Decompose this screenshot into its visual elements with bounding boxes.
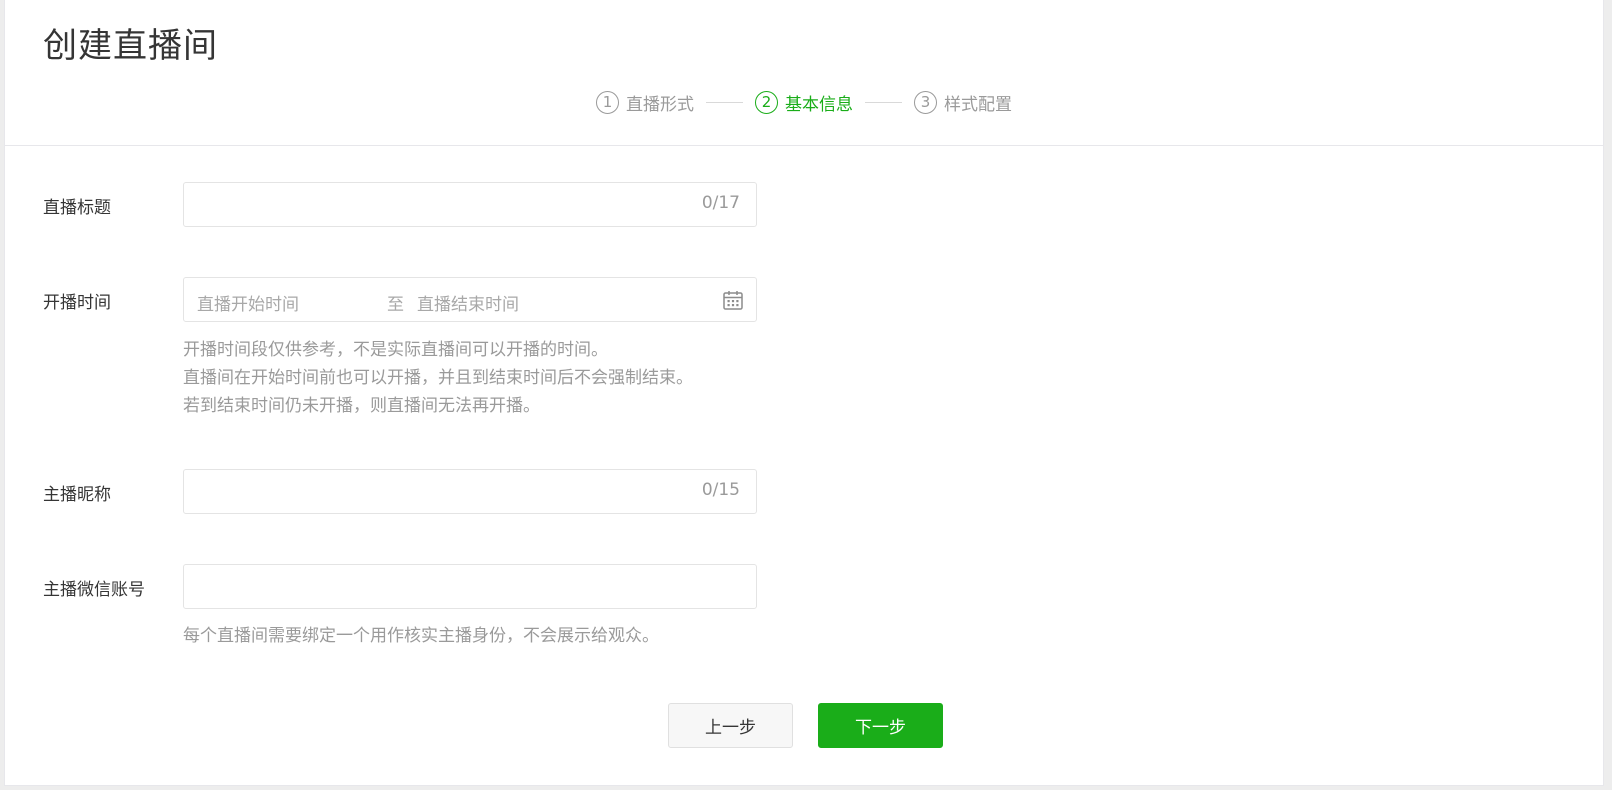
- header-divider: [5, 145, 1603, 146]
- create-live-room-card: 创建直播间 1 直播形式 2 基本信息 3 样式配置 直播标题 0/17 开播时…: [4, 0, 1604, 786]
- live-title-label: 直播标题: [43, 198, 111, 218]
- anchor-nickname-label: 主播昵称: [43, 485, 111, 505]
- step-number: 1: [596, 91, 619, 114]
- step-label: 样式配置: [944, 95, 1012, 115]
- step-indicator: 1 直播形式 2 基本信息 3 样式配置: [5, 90, 1603, 115]
- end-time-input[interactable]: 直播结束时间: [417, 290, 519, 315]
- anchor-nickname-input[interactable]: 0/15: [183, 469, 757, 514]
- step-number: 2: [755, 91, 778, 114]
- start-time-input[interactable]: 直播开始时间: [197, 290, 299, 315]
- calendar-icon[interactable]: [722, 289, 744, 311]
- page-title: 创建直播间: [43, 26, 218, 66]
- anchor-wechat-hint: 每个直播间需要绑定一个用作核实主播身份，不会展示给观众。: [183, 626, 659, 646]
- live-title-input[interactable]: 0/17: [183, 182, 757, 227]
- step-number: 3: [914, 91, 937, 114]
- live-time-label: 开播时间: [43, 293, 111, 313]
- step-connector: [706, 102, 743, 103]
- step-live-format: 1 直播形式: [596, 90, 694, 115]
- anchor-nickname-counter: 0/15: [701, 480, 740, 500]
- hint-line: 若到结束时间仍未开播，则直播间无法再开播。: [183, 396, 540, 416]
- step-connector: [865, 102, 902, 103]
- live-time-range-picker[interactable]: 直播开始时间 至 直播结束时间: [183, 277, 757, 322]
- live-time-hint: 开播时间段仅供参考，不是实际直播间可以开播的时间。 直播间在开始时间前也可以开播…: [183, 336, 693, 420]
- step-label: 直播形式: [626, 95, 694, 115]
- range-separator: 至: [387, 295, 404, 315]
- live-title-counter: 0/17: [701, 193, 740, 213]
- step-label: 基本信息: [785, 95, 853, 115]
- anchor-wechat-input[interactable]: [183, 564, 757, 609]
- step-basic-info: 2 基本信息: [755, 90, 853, 115]
- anchor-wechat-label: 主播微信账号: [43, 580, 145, 600]
- next-step-button[interactable]: 下一步: [818, 703, 943, 748]
- step-style-config: 3 样式配置: [914, 90, 1012, 115]
- hint-line: 直播间在开始时间前也可以开播，并且到结束时间后不会强制结束。: [183, 368, 693, 388]
- prev-step-button[interactable]: 上一步: [668, 703, 793, 748]
- hint-line: 开播时间段仅供参考，不是实际直播间可以开播的时间。: [183, 340, 608, 360]
